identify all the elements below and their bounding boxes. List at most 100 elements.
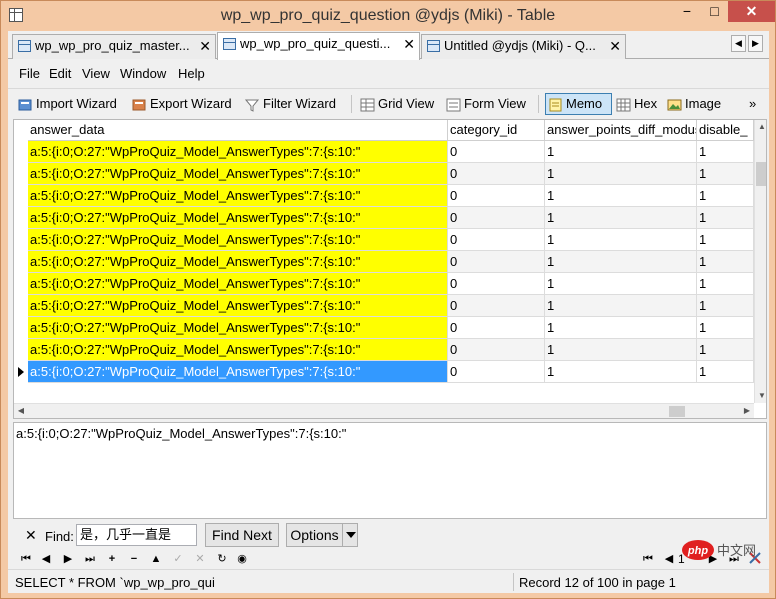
data-grid[interactable]: answer_data category_id answer_points_di… [13,119,767,419]
close-window-button[interactable]: ✕ [728,1,775,22]
column-header-answer-points-diff-modus[interactable]: answer_points_diff_modus [545,120,697,141]
table-cell[interactable]: 1 [697,361,754,383]
table-cell[interactable]: a:5:{i:0;O:27:"WpProQuiz_Model_AnswerTyp… [28,273,448,295]
tab-quiz-master[interactable]: wp_wp_pro_quiz_master... ✕ [12,34,216,59]
memo-button[interactable]: Memo [545,93,612,115]
table-cell[interactable]: a:5:{i:0;O:27:"WpProQuiz_Model_AnswerTyp… [28,163,448,185]
scroll-up-arrow[interactable]: ▲ [755,120,766,134]
stop-button[interactable]: ◉ [234,551,250,567]
table-cell[interactable]: 0 [448,229,545,251]
table-cell[interactable]: 1 [545,361,697,383]
options-dropdown-icon[interactable] [342,523,358,547]
table-cell[interactable]: 1 [697,141,754,163]
scroll-left-arrow[interactable]: ◀ [14,404,28,418]
table-cell[interactable]: 1 [545,317,697,339]
table-cell[interactable]: 0 [448,141,545,163]
tab-close-icon[interactable]: ✕ [199,35,211,57]
tab-scroll-left-button[interactable]: ◀ [731,35,746,52]
toolbar-overflow-button[interactable]: » [729,93,756,115]
last-record-button[interactable]: ⏭ [82,551,98,567]
table-cell[interactable]: 0 [448,339,545,361]
table-cell[interactable]: 1 [545,185,697,207]
maximize-button[interactable]: □ [701,1,728,22]
table-cell[interactable]: a:5:{i:0;O:27:"WpProQuiz_Model_AnswerTyp… [28,207,448,229]
find-next-button[interactable]: Find Next [205,523,279,547]
table-cell[interactable]: a:5:{i:0;O:27:"WpProQuiz_Model_AnswerTyp… [28,361,448,383]
table-cell[interactable]: 0 [448,207,545,229]
form-view-button[interactable]: Form View [444,93,526,115]
export-wizard-button[interactable]: Export Wizard [130,93,232,115]
table-cell[interactable]: 1 [697,207,754,229]
tab-quiz-question[interactable]: wp_wp_pro_quiz_questi... ✕ [217,32,420,60]
table-cell[interactable]: a:5:{i:0;O:27:"WpProQuiz_Model_AnswerTyp… [28,141,448,163]
table-cell[interactable]: 1 [697,251,754,273]
vertical-scrollbar[interactable]: ▲ ▼ [754,120,766,403]
horizontal-scrollbar[interactable]: ◀ ▶ [14,403,754,418]
column-header-category-id[interactable]: category_id [448,120,545,141]
first-record-button[interactable]: ⏮ [18,551,34,567]
minimize-button[interactable]: − [673,1,701,22]
image-button[interactable]: Image [665,93,721,115]
table-cell[interactable]: 1 [697,229,754,251]
move-up-button[interactable]: ▲ [148,551,164,567]
memo-editor[interactable]: a:5:{i:0;O:27:"WpProQuiz_Model_AnswerTyp… [13,422,767,519]
tab-close-icon[interactable]: ✕ [609,35,621,57]
table-cell[interactable]: 1 [545,141,697,163]
table-cell[interactable]: a:5:{i:0;O:27:"WpProQuiz_Model_AnswerTyp… [28,317,448,339]
menu-window[interactable]: Window [120,66,166,81]
options-button[interactable]: Options [286,523,343,547]
table-cell[interactable]: 1 [697,185,754,207]
filter-wizard-button[interactable]: Filter Wizard [243,93,336,115]
prev-page-button[interactable]: ◀ [661,551,677,567]
tab-scroll-right-button[interactable]: ▶ [748,35,763,52]
close-find-icon[interactable]: ✕ [25,527,37,544]
table-cell[interactable]: 1 [697,163,754,185]
find-input[interactable]: 是，几乎一直是 [76,524,197,546]
scroll-right-arrow[interactable]: ▶ [740,404,754,418]
hex-button[interactable]: Hex [614,93,657,115]
horizontal-scroll-thumb[interactable] [669,406,685,417]
table-cell[interactable]: 1 [545,207,697,229]
first-page-button[interactable]: ⏮ [640,551,656,567]
table-cell[interactable]: 0 [448,273,545,295]
table-cell[interactable]: 1 [697,339,754,361]
table-cell[interactable]: 0 [448,317,545,339]
vertical-scroll-thumb[interactable] [756,162,766,186]
table-cell[interactable]: 1 [545,251,697,273]
table-cell[interactable]: a:5:{i:0;O:27:"WpProQuiz_Model_AnswerTyp… [28,185,448,207]
table-cell[interactable]: 1 [545,339,697,361]
tab-untitled-query[interactable]: Untitled @ydjs (Miki) - Q... ✕ [421,34,626,59]
import-wizard-button[interactable]: Import Wizard [16,93,117,115]
table-cell[interactable]: 0 [448,251,545,273]
column-header-answer-data[interactable]: answer_data [28,120,448,141]
scroll-down-arrow[interactable]: ▼ [755,389,766,403]
table-cell[interactable]: 0 [448,295,545,317]
table-cell[interactable]: 0 [448,361,545,383]
menu-edit[interactable]: Edit [49,66,71,81]
table-cell[interactable]: a:5:{i:0;O:27:"WpProQuiz_Model_AnswerTyp… [28,339,448,361]
table-cell[interactable]: 1 [545,229,697,251]
refresh-button[interactable]: ↻ [214,551,230,567]
table-cell[interactable]: 1 [545,295,697,317]
table-cell[interactable]: 1 [697,295,754,317]
delete-record-button[interactable]: − [126,551,142,567]
menu-view[interactable]: View [82,66,110,81]
menu-help[interactable]: Help [178,66,205,81]
menu-file[interactable]: File [19,66,40,81]
table-cell[interactable]: 0 [448,185,545,207]
apply-changes-button[interactable]: ✓ [170,551,186,567]
prev-record-button[interactable]: ◀ [38,551,54,567]
table-cell[interactable]: 1 [545,273,697,295]
table-cell[interactable]: 1 [545,163,697,185]
tab-close-icon[interactable]: ✕ [403,33,415,55]
discard-changes-button[interactable]: ✕ [192,551,208,567]
table-cell[interactable]: a:5:{i:0;O:27:"WpProQuiz_Model_AnswerTyp… [28,229,448,251]
column-header-disable[interactable]: disable_ [697,120,754,141]
table-cell[interactable]: 1 [697,317,754,339]
add-record-button[interactable]: + [104,551,120,567]
table-cell[interactable]: 1 [697,273,754,295]
table-cell[interactable]: a:5:{i:0;O:27:"WpProQuiz_Model_AnswerTyp… [28,295,448,317]
table-cell[interactable]: 0 [448,163,545,185]
grid-view-button[interactable]: Grid View [358,93,434,115]
next-record-button[interactable]: ▶ [60,551,76,567]
